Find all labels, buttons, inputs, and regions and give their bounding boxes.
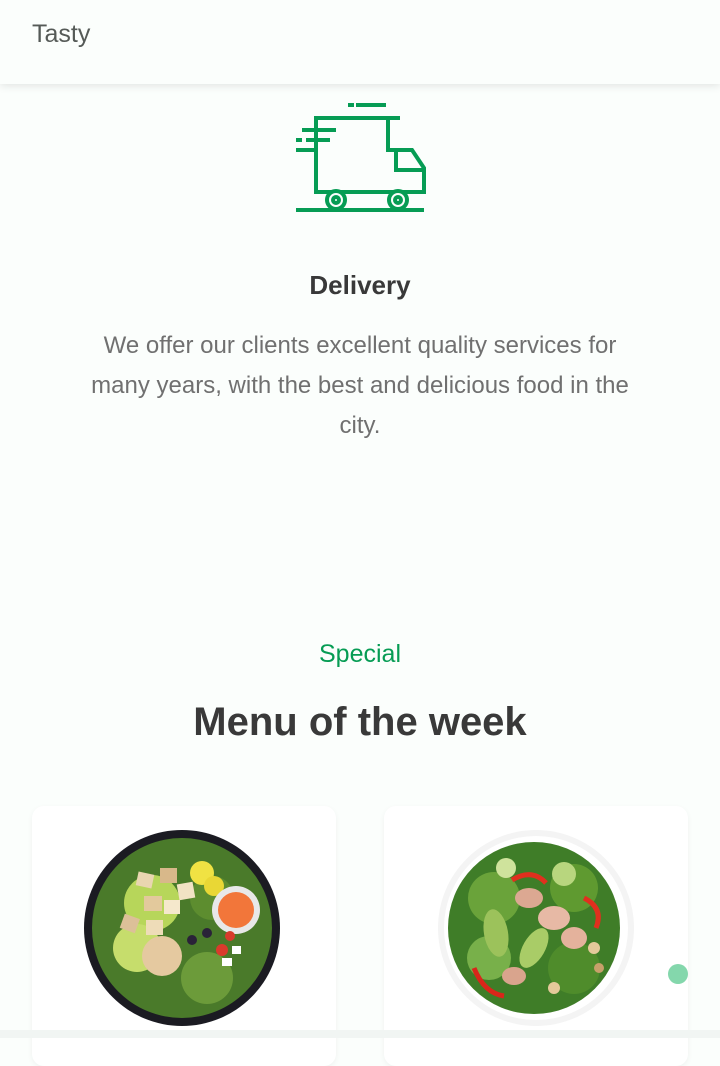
menu-subtitle: Special	[319, 640, 401, 668]
logo[interactable]: Tasty	[32, 20, 90, 49]
salad-bowl-image	[438, 830, 634, 1026]
page-bottom-edge	[0, 1030, 720, 1038]
delivery-truck-icon	[296, 103, 426, 212]
delivery-description: We offer our clients excellent quality s…	[91, 332, 629, 439]
salad-bowl-image	[84, 830, 280, 1026]
delivery-title: Delivery	[309, 270, 411, 300]
scroll-top-button[interactable]	[668, 964, 688, 984]
menu-title: Menu of the week	[193, 700, 527, 744]
menu-card[interactable]	[384, 806, 688, 1066]
menu-card[interactable]	[32, 806, 336, 1066]
header: Tasty	[0, 0, 720, 84]
